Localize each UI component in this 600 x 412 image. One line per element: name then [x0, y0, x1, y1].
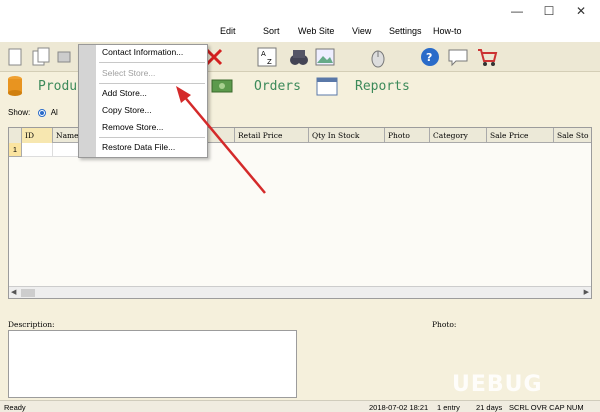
minimize-button[interactable]: —: [502, 3, 532, 19]
nav-products[interactable]: Produ: [38, 79, 77, 94]
menu-sort[interactable]: Sort: [263, 26, 280, 36]
new-document-icon[interactable]: [4, 46, 26, 68]
chat-icon[interactable]: [447, 46, 469, 68]
col-qty-in-stock[interactable]: Qty In Stock: [309, 128, 385, 143]
col-sale-store[interactable]: Sale Sto: [554, 128, 593, 143]
menu-remove-store[interactable]: Remove Store...: [102, 122, 163, 132]
show-all-radio[interactable]: [38, 108, 47, 117]
binoculars-icon[interactable]: [288, 46, 310, 68]
col-retail-price[interactable]: Retail Price: [235, 128, 309, 143]
menu-separator: [99, 62, 205, 63]
database-icon: [8, 76, 22, 96]
row-number[interactable]: 1: [9, 143, 22, 157]
mouse-icon[interactable]: [367, 46, 389, 68]
svg-text:A: A: [261, 50, 266, 58]
maximize-button[interactable]: ☐: [534, 3, 564, 19]
menu-web-site[interactable]: Web Site: [298, 26, 334, 36]
col-category[interactable]: Category: [430, 128, 487, 143]
scroll-left-icon[interactable]: ◀: [11, 288, 16, 296]
menu-add-store[interactable]: Add Store...: [102, 88, 147, 98]
scroll-right-icon[interactable]: ▶: [584, 288, 589, 296]
photo-label: Photo:: [432, 320, 457, 329]
status-datetime: 2018-07-02 18:21: [369, 403, 429, 412]
menu-gutter: [79, 45, 96, 157]
status-indicators: SCRL OVR CAP NUM: [509, 403, 584, 412]
nav-reports[interactable]: Reports: [355, 79, 410, 94]
money-icon: [211, 79, 233, 93]
cell-id[interactable]: [22, 143, 53, 157]
col-photo[interactable]: Photo: [385, 128, 430, 143]
status-entries: 1 entry: [437, 403, 460, 412]
calendar-icon: [316, 77, 338, 96]
store-dropdown-menu: Contact Information... Select Store... A…: [78, 44, 208, 158]
scroll-thumb[interactable]: [21, 289, 35, 297]
menu-separator: [99, 83, 205, 84]
col-id[interactable]: ID: [22, 128, 53, 143]
show-label: Show:: [8, 108, 31, 117]
menu-view[interactable]: View: [352, 26, 371, 36]
status-ready: Ready: [4, 403, 26, 412]
shopping-cart-icon[interactable]: [476, 46, 498, 68]
menu-restore-data-file[interactable]: Restore Data File...: [102, 142, 175, 152]
menu-copy-store[interactable]: Copy Store...: [102, 105, 152, 115]
copy-document-icon[interactable]: [30, 46, 52, 68]
close-button[interactable]: ✕: [566, 3, 596, 19]
title-bar: — ☐ ✕: [0, 0, 600, 22]
menu-contact-information[interactable]: Contact Information...: [102, 47, 183, 57]
show-filter: Show: Al: [8, 108, 58, 117]
horizontal-scrollbar[interactable]: ◀ ▶: [9, 286, 591, 298]
menu-bar: Edit Sort Web Site View Settings How-to: [0, 22, 600, 42]
status-days: 21 days: [476, 403, 503, 412]
menu-separator: [99, 137, 205, 138]
nav-orders[interactable]: Orders: [254, 79, 301, 94]
svg-text:?: ?: [426, 51, 432, 64]
menu-settings[interactable]: Settings: [389, 26, 422, 36]
watermark: UEBUG: [452, 372, 543, 397]
menu-edit[interactable]: Edit: [220, 26, 236, 36]
description-label: Description:: [8, 320, 55, 329]
menu-how-to[interactable]: How-to: [433, 26, 462, 36]
col-sale-price[interactable]: Sale Price: [487, 128, 554, 143]
sort-az-icon[interactable]: AZ: [256, 46, 278, 68]
show-all-label: Al: [50, 108, 58, 117]
tool-icon[interactable]: [54, 46, 76, 68]
grid-corner: [9, 128, 22, 143]
menu-select-store: Select Store...: [102, 68, 156, 78]
description-field[interactable]: [8, 330, 297, 398]
help-icon[interactable]: ?: [419, 46, 441, 68]
image-icon[interactable]: [314, 46, 336, 68]
svg-text:Z: Z: [267, 58, 272, 66]
status-bar: Ready 2018-07-02 18:21 1 entry 21 days S…: [0, 400, 600, 412]
